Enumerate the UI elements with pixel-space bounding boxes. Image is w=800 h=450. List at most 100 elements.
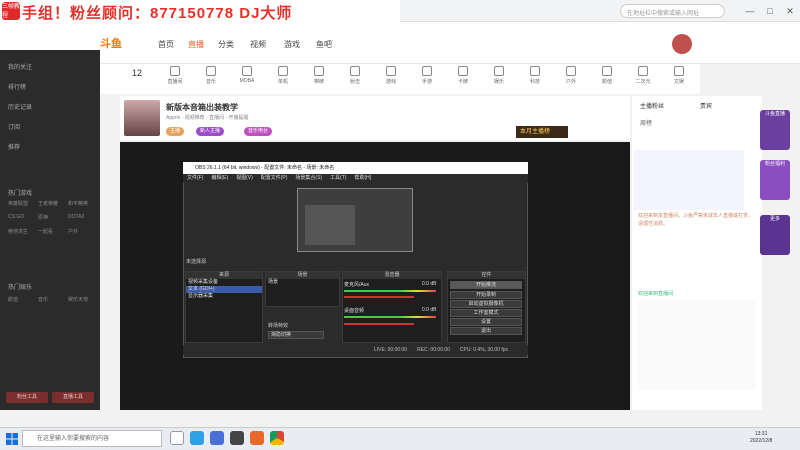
obs-menu-item[interactable]: 编辑(E)	[211, 174, 228, 183]
virtual-camera-button[interactable]: 启动虚拟摄像机	[450, 300, 522, 308]
obs-menu-item[interactable]: 文件(F)	[187, 174, 203, 183]
cpu-status: CPU: 0.4%, 30.00 fps	[459, 347, 508, 353]
category-item[interactable]: MOBA	[232, 64, 262, 92]
obs-no-source-label: 未选择源	[186, 259, 207, 265]
studio-mode-button[interactable]: 工作室模式	[450, 309, 522, 317]
obs-menu-item[interactable]: 视图(V)	[236, 174, 253, 183]
source-item[interactable]: 显示器采集	[186, 293, 262, 300]
category-item[interactable]: 科技	[520, 64, 550, 92]
room-tag: 新人主播	[196, 127, 225, 136]
app-icon[interactable]	[210, 431, 224, 445]
sidebar-item-subscribe[interactable]: 订阅	[8, 122, 20, 131]
category-item[interactable]: 颜值	[592, 64, 622, 92]
obs-menu-item[interactable]: 场景集合(S)	[295, 174, 322, 183]
rec-time: REC: 00:00:00	[417, 347, 450, 353]
category-item[interactable]: 游戏	[376, 64, 406, 92]
category-item[interactable]: 卡牌	[448, 64, 478, 92]
room-tag: 主播	[166, 127, 185, 136]
sidebar-link[interactable]: 户外	[68, 228, 78, 235]
sidebar-item-hot-games[interactable]: 热门游戏	[8, 188, 32, 197]
sidebar-item-recommend[interactable]: 推荐	[8, 142, 20, 151]
mixer-meter	[344, 316, 436, 318]
sidebar-link[interactable]: 和平精英	[68, 200, 88, 207]
category-item[interactable]: 单机	[268, 64, 298, 92]
close-icon[interactable]: ✕	[782, 4, 798, 18]
windows-start-icon[interactable]	[6, 433, 18, 445]
sidebar-item-history[interactable]: 历史记录	[8, 102, 32, 111]
sidebar-link[interactable]: 颜值	[8, 296, 18, 303]
sidebar-link[interactable]: 王者荣耀	[38, 200, 58, 207]
source-item[interactable]: 视频采集设备	[186, 279, 262, 286]
obs-menu-item[interactable]: 配置文件(P)	[261, 174, 288, 183]
obs-menu-item[interactable]: 工具(T)	[330, 174, 346, 183]
chat-tab[interactable]: 主播粉丝	[640, 101, 664, 110]
browser-search-input[interactable]: 在地址栏中搜索或输入网址	[620, 4, 725, 18]
category-item[interactable]: 文娱	[664, 64, 694, 92]
rank-badge[interactable]: 本月主播榜	[516, 126, 568, 138]
chat-message: 欢迎来到直播间	[638, 291, 674, 297]
nav-fishbar[interactable]: 鱼吧	[316, 39, 332, 50]
mixer-track-label: 桌面音频	[344, 308, 365, 314]
dock-card[interactable]: 斗鱼直播	[760, 110, 790, 150]
sidebar-link[interactable]: 绝地求生	[8, 228, 28, 235]
watermark-logo: 三帧教程	[2, 2, 21, 20]
category-item[interactable]: 射击	[340, 64, 370, 92]
source-item[interactable]: 文本 (GDI+)	[186, 286, 262, 293]
sidebar-link[interactable]: 原神	[38, 214, 48, 221]
category-item[interactable]: 棋牌	[304, 64, 334, 92]
volume-slider[interactable]	[344, 323, 414, 325]
sidebar-item-rank[interactable]: 排行榜	[8, 82, 26, 91]
follow-count: 12	[132, 68, 143, 78]
app-icon[interactable]	[190, 431, 204, 445]
exit-button[interactable]: 退出	[450, 327, 522, 335]
nav-live[interactable]: 直播	[188, 39, 204, 50]
scene-item[interactable]: 场景	[266, 279, 339, 286]
sidebar-link[interactable]: CS:GO	[8, 214, 24, 220]
transition-select[interactable]: 渐隐切换	[268, 331, 324, 339]
task-view-icon[interactable]	[170, 431, 184, 445]
sidebar-link[interactable]: 英雄联盟	[8, 200, 28, 207]
sidebar-fan-tools-button[interactable]: 粉丝工具	[6, 392, 48, 403]
streamer-avatar[interactable]	[124, 100, 160, 136]
sidebar-link[interactable]: 一起看	[38, 228, 53, 235]
room-meta: Appris · 视频推荐 · 直播间 · 开播提醒	[166, 115, 249, 121]
obs-menu-item[interactable]: 帮助(H)	[354, 174, 371, 183]
obs-app-icon[interactable]	[230, 431, 244, 445]
sidebar-item-hot-ent[interactable]: 热门娱乐	[8, 282, 32, 291]
sidebar-item-follow[interactable]: 我的关注	[8, 62, 32, 71]
category-item[interactable]: 直播间	[160, 64, 190, 92]
nav-category[interactable]: 分类	[218, 39, 234, 50]
chat-list[interactable]	[638, 300, 756, 390]
nav-home[interactable]: 首页	[158, 39, 174, 50]
category-item[interactable]: 娱乐	[484, 64, 514, 92]
app-icon[interactable]	[250, 431, 264, 445]
minimize-icon[interactable]: —	[742, 4, 758, 18]
dock-card[interactable]: 粉丝福利	[760, 160, 790, 200]
start-streaming-button[interactable]: 开始推流	[450, 281, 522, 289]
transition-label: 转场特效	[268, 323, 289, 329]
volume-slider[interactable]	[344, 296, 414, 298]
watermark-text: 手组！粉丝顾问：877150778 DJ大师	[0, 0, 400, 22]
site-logo[interactable]: 斗鱼	[100, 35, 122, 51]
category-item[interactable]: 户外	[556, 64, 586, 92]
obs-menu-bar: 文件(F) 编辑(E) 视图(V) 配置文件(P) 场景集合(S) 工具(T) …	[183, 174, 528, 183]
chrome-icon[interactable]	[270, 431, 284, 445]
category-item[interactable]: 音乐	[196, 64, 226, 92]
obs-scenes-panel: 场景 场景	[265, 271, 340, 307]
mixer-track-db: 0.0 dB	[422, 307, 437, 313]
dock-card[interactable]: 更多	[760, 215, 790, 255]
settings-button[interactable]: 设置	[450, 318, 522, 326]
nav-game[interactable]: 游戏	[284, 39, 300, 50]
category-item[interactable]: 手游	[412, 64, 442, 92]
taskbar-search-input[interactable]: 在这里输入你要搜索的内容	[22, 430, 162, 447]
sidebar-link[interactable]: 音乐	[38, 296, 48, 303]
start-recording-button[interactable]: 开始录制	[450, 291, 522, 299]
category-item[interactable]: 二次元	[628, 64, 658, 92]
chat-tab[interactable]: 贵宾	[700, 101, 712, 110]
sidebar-live-tools-button[interactable]: 直播工具	[52, 392, 94, 403]
sidebar-link[interactable]: 娱乐天地	[68, 296, 88, 303]
user-avatar[interactable]	[672, 34, 692, 54]
nav-video[interactable]: 视频	[250, 39, 266, 50]
sidebar-link[interactable]: DOTA2	[68, 214, 84, 220]
maximize-icon[interactable]: □	[762, 4, 778, 18]
